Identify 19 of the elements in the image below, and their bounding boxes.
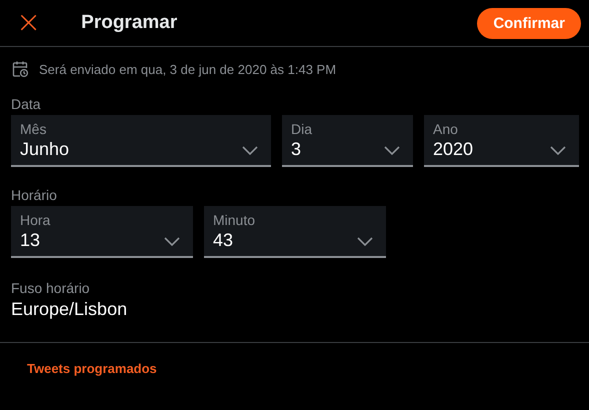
chevron-down-icon [550, 146, 566, 155]
dropdown-field[interactable]: Mês Junho [11, 115, 271, 167]
dialog-title: Programar [81, 12, 178, 34]
section-label: Horário [11, 187, 58, 203]
chevron-down-icon [242, 146, 258, 155]
chevron-down-icon [357, 237, 373, 246]
dropdown-field[interactable]: Hora 13 [11, 206, 193, 258]
calendar-clock-icon [12, 60, 29, 78]
schedule-notice: Será enviado em qua, 3 de jun de 2020 às 1:43 PM [39, 62, 336, 76]
dropdown-field[interactable]: Ano 2020 [424, 115, 579, 167]
dropdown-field[interactable]: Minuto 43 [204, 206, 386, 258]
dropdown-field[interactable]: Dia 3 [282, 115, 413, 167]
chevron-down-icon [164, 237, 180, 246]
scheduled-tweets-link[interactable]: Tweets programados [27, 361, 157, 376]
timezone-value: Europe/Lisbon [11, 299, 128, 320]
section-label: Fuso horário [11, 280, 91, 296]
section-label: Data [11, 96, 42, 112]
close-button[interactable]: × [12, 8, 46, 38]
chevron-down-icon [384, 146, 400, 155]
